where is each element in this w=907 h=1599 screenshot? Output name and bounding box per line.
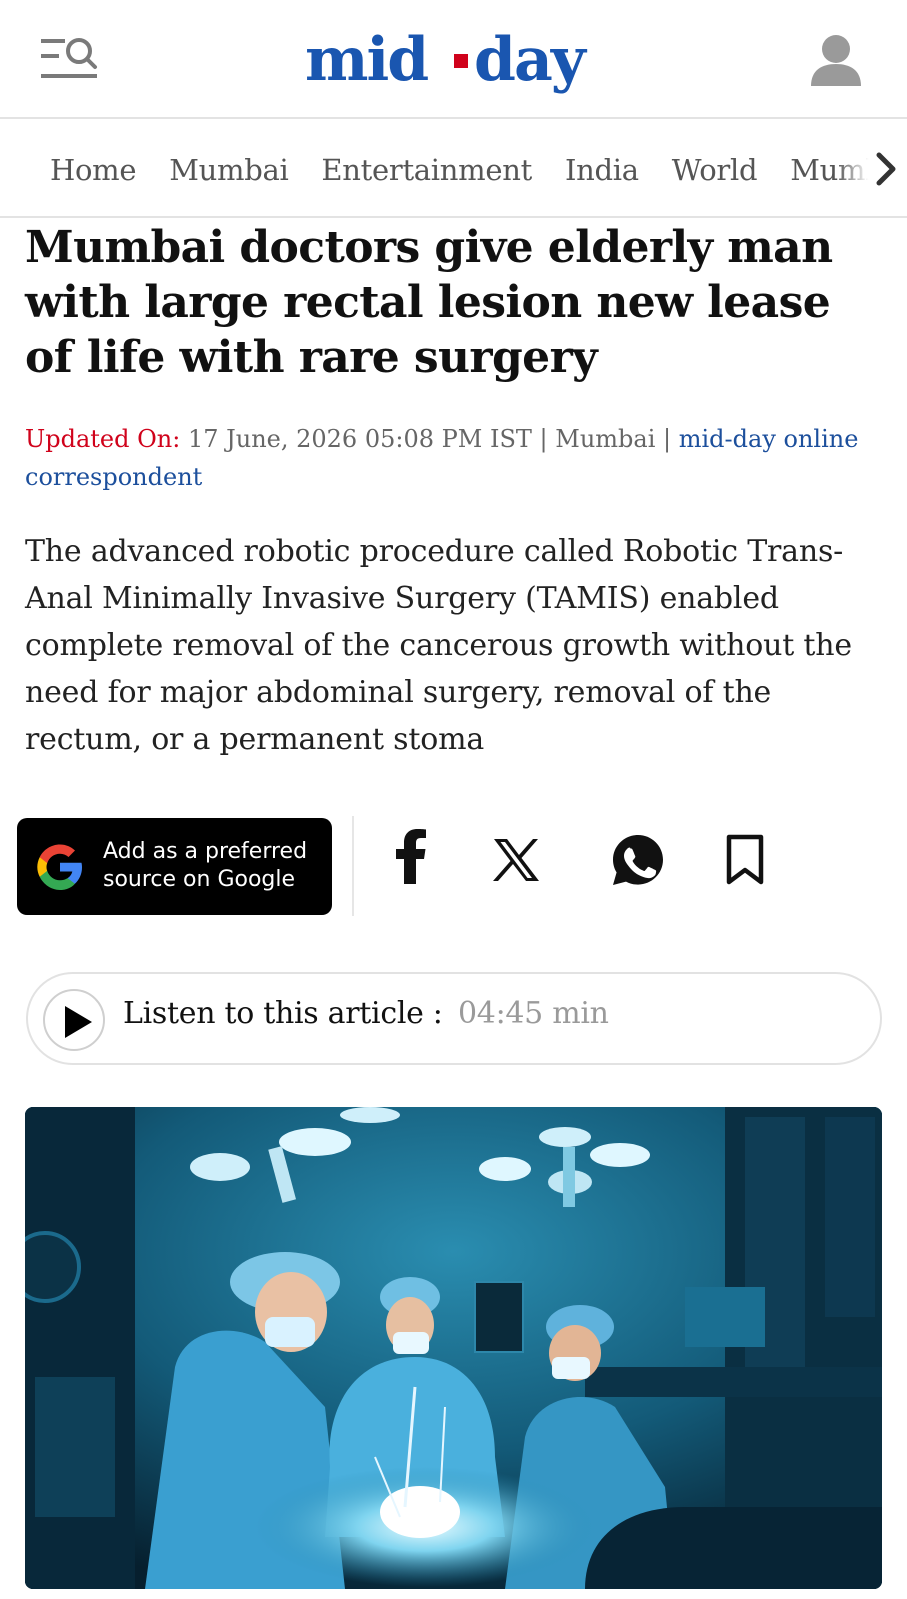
site-logo[interactable]: mid day: [300, 20, 630, 100]
updated-label: Updated On:: [25, 425, 181, 453]
whatsapp-icon[interactable]: [611, 833, 665, 887]
nav-items: Home Mumbai Entertainment India World Mu…: [50, 121, 907, 216]
updated-value: 17 June, 2026 05:08 PM IST | Mumbai |: [180, 425, 679, 453]
google-text-line2: source on Google: [103, 867, 296, 892]
play-icon: [65, 1006, 92, 1038]
site-header: mid day: [0, 0, 907, 119]
google-preferred-text: Add as a preferred source on Google: [103, 838, 323, 894]
nav-item-entertainment[interactable]: Entertainment: [321, 153, 532, 187]
nav-item-world[interactable]: World: [672, 153, 758, 187]
x-icon[interactable]: [492, 838, 540, 882]
article-meta: Updated On: 17 June, 2026 05:08 PM IST |…: [25, 420, 875, 496]
logo-text-right: day: [474, 25, 588, 95]
category-nav: Home Mumbai Entertainment India World Mu…: [0, 121, 907, 218]
nav-item-home[interactable]: Home: [50, 153, 137, 187]
listen-duration: 04:45 min: [458, 996, 609, 1031]
article-summary: The advanced robotic procedure called Ro…: [25, 534, 852, 757]
nav-item-india[interactable]: India: [565, 153, 639, 187]
user-icon[interactable]: [808, 32, 864, 90]
listen-label: Listen to this article :: [123, 996, 443, 1031]
article-image[interactable]: [25, 1107, 882, 1589]
bookmark-icon[interactable]: [725, 834, 765, 886]
chevron-right-icon[interactable]: [873, 151, 901, 187]
google-text-line1: Add as a preferred: [103, 839, 308, 864]
listen-to-article-bar: Listen to this article : 04:45 min: [26, 972, 882, 1065]
google-g-icon: [33, 840, 87, 894]
logo-text-left: mid: [305, 25, 428, 95]
google-preferred-source-button[interactable]: Add as a preferred source on Google: [17, 818, 332, 915]
logo-dash: [454, 54, 468, 68]
share-divider: [352, 816, 354, 916]
menu-search-icon[interactable]: [38, 34, 102, 86]
play-button[interactable]: [43, 989, 105, 1051]
nav-item-mumbai[interactable]: Mumbai: [169, 153, 289, 187]
article-headline: Mumbai doctors give elderly man with lar…: [25, 222, 833, 383]
facebook-icon[interactable]: [396, 828, 428, 884]
